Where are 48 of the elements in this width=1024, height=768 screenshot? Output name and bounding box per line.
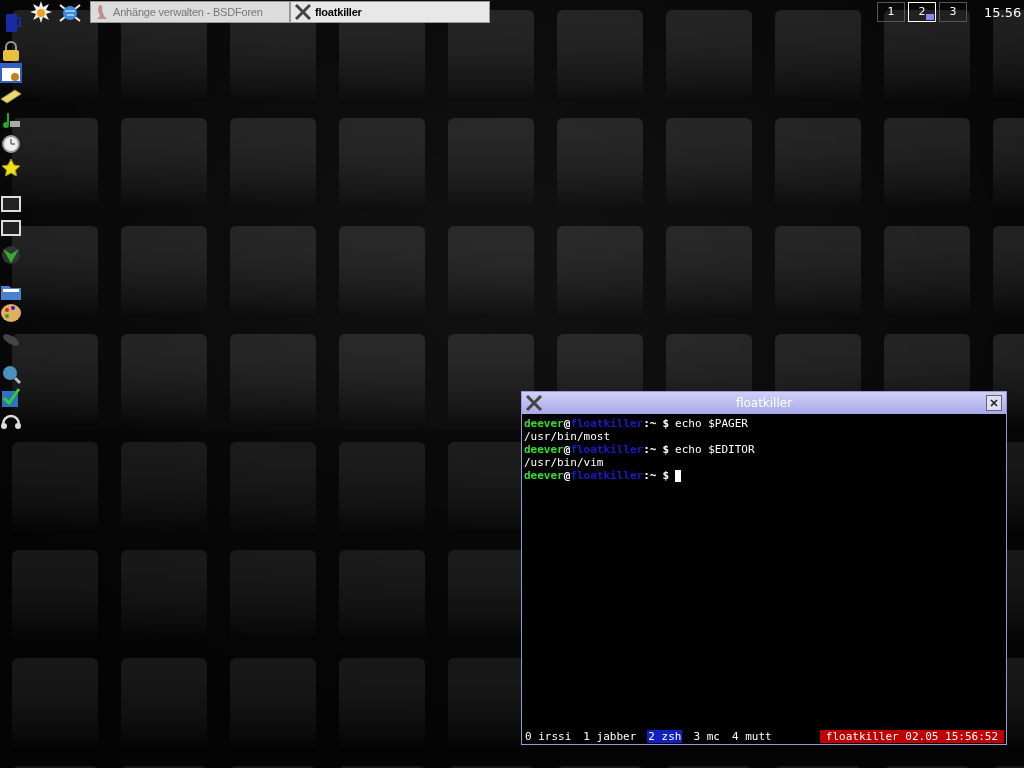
screen-window-tab[interactable]: 4 mutt — [730, 730, 773, 743]
figure-icon — [95, 4, 109, 20]
at-sign: @ — [563, 469, 571, 482]
status-label: floatkiller 02.05 15:56:52 — [819, 730, 1004, 743]
terminal-icon[interactable] — [0, 193, 22, 215]
at-sign: @ — [563, 443, 571, 456]
user-name: deever — [524, 443, 564, 456]
output-line: /usr/bin/vim — [524, 456, 605, 469]
host-name: floatkiller — [570, 469, 644, 482]
prompt-symbol: $ — [662, 417, 670, 430]
check-mark-icon[interactable] — [0, 387, 22, 409]
path-separator: :~ — [643, 417, 657, 430]
user-name: deever — [524, 469, 564, 482]
globe-icon[interactable] — [59, 1, 81, 23]
host-name: floatkiller — [570, 443, 644, 456]
user-name: deever — [524, 417, 564, 430]
star-icon[interactable] — [0, 157, 22, 179]
terminal-icon[interactable] — [0, 217, 22, 239]
x-logo-icon — [526, 395, 542, 411]
close-button[interactable] — [986, 395, 1002, 411]
x-logo-icon — [295, 4, 311, 20]
workspace-button[interactable]: 3 — [939, 2, 967, 22]
screen-window-tab[interactable]: 0 irssi — [524, 730, 573, 743]
screen-window-tab[interactable]: 2 zsh — [647, 730, 683, 743]
path-separator: :~ — [643, 469, 657, 482]
workspace-button[interactable]: 2 — [908, 2, 936, 22]
calendar-icon[interactable] — [0, 62, 22, 84]
output-line: /usr/bin/most — [524, 430, 612, 443]
window-thumbnail — [926, 14, 934, 20]
prompt-symbol: $ — [662, 469, 670, 482]
command-text: echo $PAGER — [675, 417, 748, 430]
prompt-symbol: $ — [662, 443, 670, 456]
palette-icon[interactable] — [0, 302, 22, 324]
clock: 15.56 — [984, 4, 1022, 22]
path-separator: :~ — [643, 443, 657, 456]
at-sign: @ — [563, 417, 571, 430]
window-title: floatkiller — [734, 395, 794, 412]
padlock-icon[interactable] — [0, 41, 22, 63]
command-text: echo $EDITOR — [675, 443, 755, 456]
sun-gear-icon[interactable] — [30, 1, 52, 23]
screen-window-tab[interactable]: 3 mc — [692, 730, 721, 743]
alarm-clock-icon[interactable] — [0, 132, 22, 154]
v-shield-icon[interactable] — [0, 244, 22, 266]
close-icon — [990, 399, 998, 407]
task-button[interactable]: floatkiller — [290, 1, 490, 23]
screen-window-tab[interactable]: 1 jabber — [582, 730, 638, 743]
workspace-button[interactable]: 1 — [877, 2, 905, 22]
host-name: floatkiller — [570, 417, 644, 430]
